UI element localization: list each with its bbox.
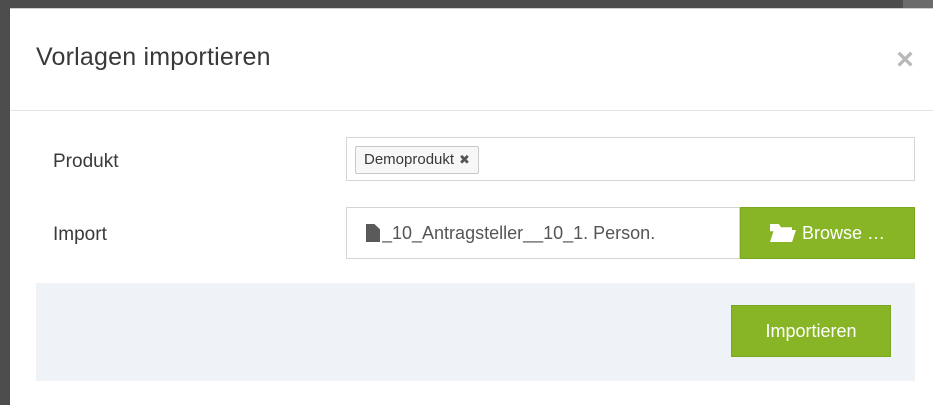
produkt-select[interactable]: Demoprodukt ✖ <box>346 137 915 181</box>
file-icon <box>366 224 380 242</box>
import-templates-dialog: Vorlagen importieren × Produkt Demoprodu… <box>10 8 933 405</box>
browse-button[interactable]: Browse … <box>740 207 915 259</box>
close-button[interactable]: × <box>889 45 921 77</box>
browse-button-label: Browse … <box>801 222 886 243</box>
import-button[interactable]: Importieren <box>731 305 891 357</box>
dialog-footer: Importieren <box>36 283 915 381</box>
selected-file-name: _10_Antragsteller__10_1. Person. <box>382 222 656 243</box>
tag-remove-icon[interactable]: ✖ <box>459 147 470 173</box>
product-tag: Demoprodukt ✖ <box>355 146 479 174</box>
folder-open-icon <box>769 224 796 242</box>
produkt-label: Produkt <box>53 151 119 172</box>
form-row-import: Import _10_Antragsteller__10_1. Person. … <box>10 207 933 261</box>
product-tag-label: Demoprodukt <box>364 151 455 168</box>
file-name-field[interactable]: _10_Antragsteller__10_1. Person. <box>346 207 740 259</box>
dialog-header: Vorlagen importieren × <box>10 9 933 111</box>
close-icon: × <box>896 43 914 76</box>
form-row-produkt: Produkt Demoprodukt ✖ <box>10 137 933 183</box>
import-label: Import <box>53 224 107 245</box>
dialog-title: Vorlagen importieren <box>36 43 271 71</box>
